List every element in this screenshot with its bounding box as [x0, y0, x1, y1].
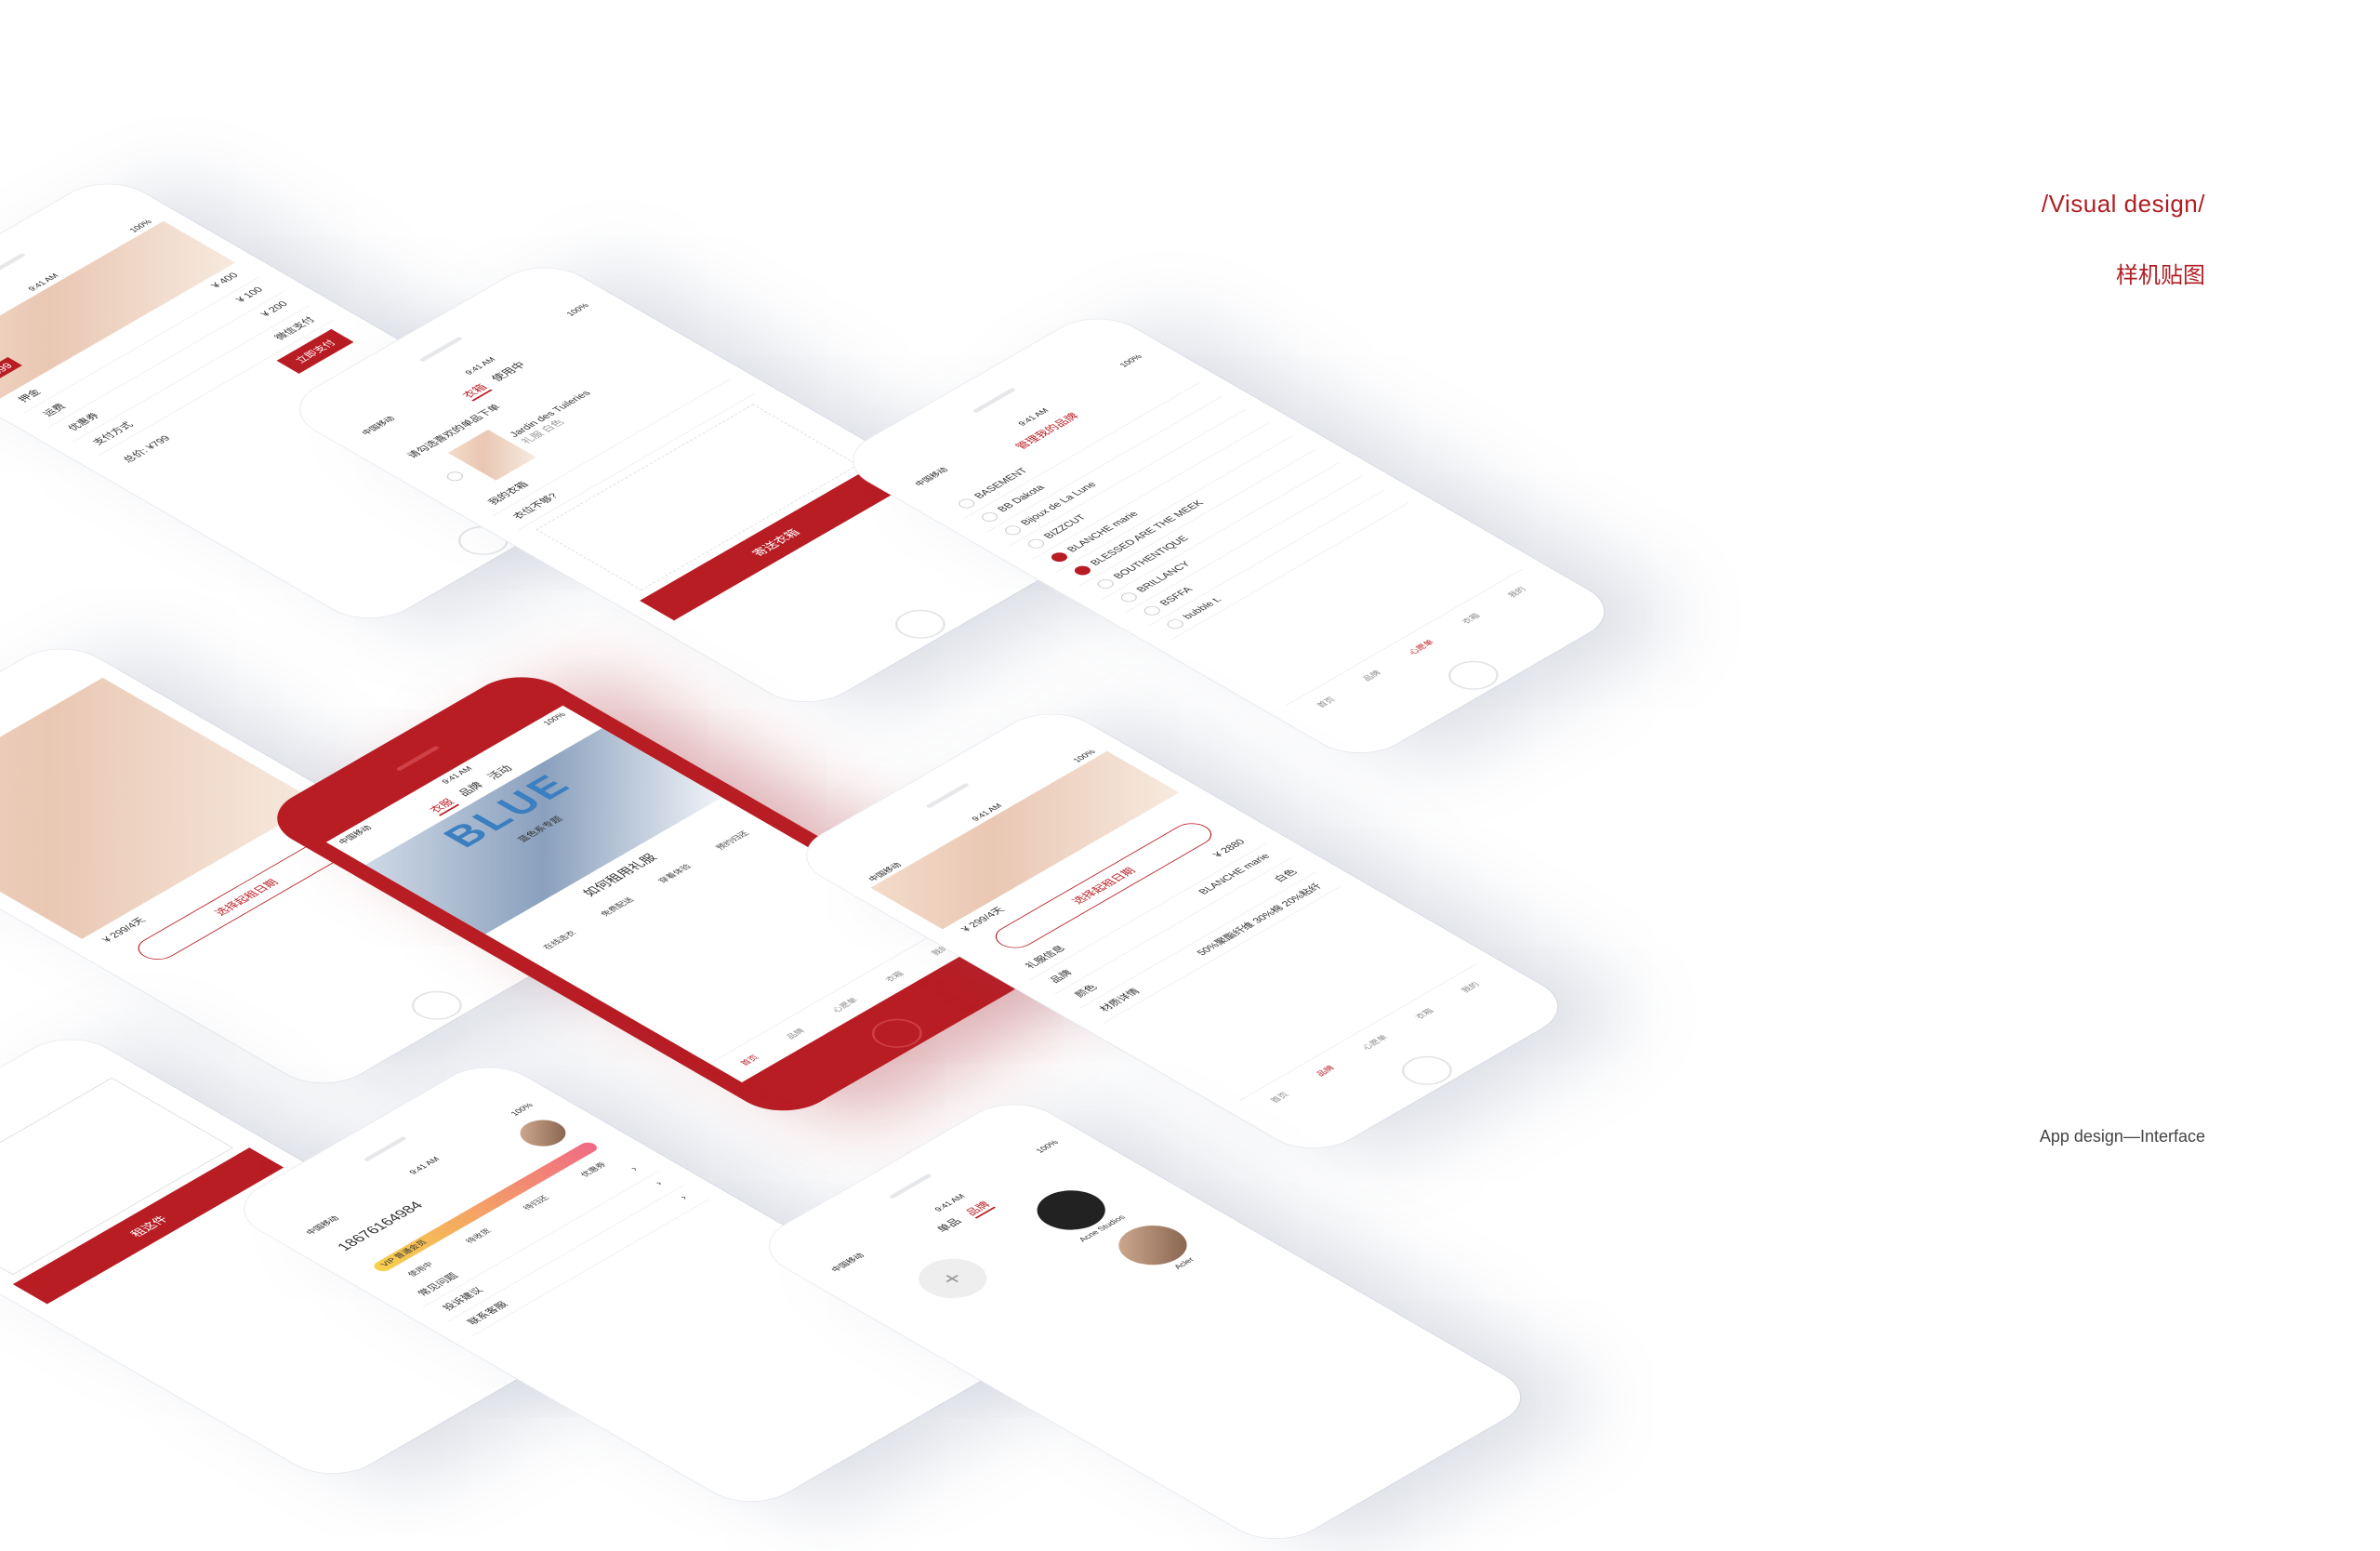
add-brand-button[interactable]: +	[904, 1251, 1001, 1307]
mockup-stage: 中国移动9:41 AM100% ¥499 押金¥ 400 运费¥ 100 优惠券…	[0, 0, 2380, 1551]
row-label: 运费	[41, 402, 69, 418]
row-label: 颜色	[1072, 983, 1101, 1000]
earpiece	[925, 782, 971, 809]
earpiece	[888, 1173, 933, 1200]
tab-home[interactable]: 首页	[1313, 695, 1338, 709]
brand-checkbox[interactable]	[1071, 563, 1094, 577]
tab-wishlist[interactable]: 心愿单	[1358, 1033, 1391, 1052]
brand-checkbox[interactable]	[978, 510, 1001, 524]
tab-brands[interactable]: 品牌	[1358, 669, 1383, 683]
home-button[interactable]	[861, 1013, 932, 1054]
earpiece	[395, 745, 441, 772]
row-label: 押金	[16, 388, 45, 404]
tab-wardrobe[interactable]: 衣箱	[881, 969, 906, 983]
home-button[interactable]	[401, 985, 472, 1027]
tab-wishlist[interactable]: 心愿单	[828, 996, 861, 1014]
row-value: 白色	[1272, 868, 1301, 884]
earpiece	[0, 252, 27, 279]
tab-home[interactable]: 首页	[1266, 1090, 1291, 1104]
home-button[interactable]	[884, 603, 956, 645]
brand-checkbox[interactable]	[1117, 590, 1141, 604]
chevron-right-icon: ›	[628, 1165, 641, 1173]
tab-brands[interactable]: 品牌	[782, 1027, 807, 1041]
chevron-right-icon: ›	[677, 1194, 691, 1201]
item-checkbox[interactable]	[443, 470, 467, 484]
tab-home[interactable]: 首页	[736, 1053, 761, 1067]
brand-checkbox[interactable]	[1141, 603, 1164, 617]
brand-checkbox[interactable]	[1164, 617, 1187, 631]
tab-bar: 首页 品牌 心愿单 衣箱 我的	[1285, 568, 1555, 724]
brand-checkbox[interactable]	[1094, 577, 1117, 590]
tab-wardrobe[interactable]: 衣箱	[1458, 611, 1483, 625]
tab-me[interactable]: 我的	[1503, 585, 1528, 599]
earpiece	[363, 1135, 408, 1162]
earpiece	[418, 336, 464, 363]
brand-checkbox[interactable]	[1001, 524, 1025, 537]
chevron-right-icon: ›	[653, 1179, 666, 1187]
tab-bar: 首页 品牌 心愿单 衣箱 我的	[1238, 963, 1509, 1120]
screen: 中国移动 9:41 AM 100% 单品 品牌 + Acne Studios Acl…	[818, 1133, 1472, 1510]
price-tag: ¥499	[0, 357, 22, 384]
tab-wardrobe[interactable]: 衣箱	[1411, 1006, 1436, 1020]
earpiece	[972, 387, 1017, 414]
brand-checkbox[interactable]	[1048, 550, 1071, 564]
tab-brands[interactable]: 品牌	[1312, 1064, 1337, 1078]
home-button[interactable]	[1437, 655, 1509, 696]
avatar[interactable]	[510, 1114, 575, 1152]
row-label: 品牌	[1048, 968, 1076, 985]
tab-bar: 首页 品牌 心愿单 衣箱 我的	[708, 926, 979, 1082]
brand-checkbox[interactable]	[955, 497, 978, 510]
tab-me[interactable]: 我的	[1457, 980, 1482, 994]
tab-wishlist[interactable]: 心愿单	[1405, 638, 1437, 656]
home-button[interactable]	[1391, 1050, 1462, 1092]
brand-checkbox[interactable]	[1025, 537, 1048, 550]
brand-list: BASEMENT BB Dakota Bijoux de La Lune BIZZCU…	[940, 369, 1409, 641]
brand-card[interactable]: Acne Studios	[1022, 1182, 1130, 1245]
